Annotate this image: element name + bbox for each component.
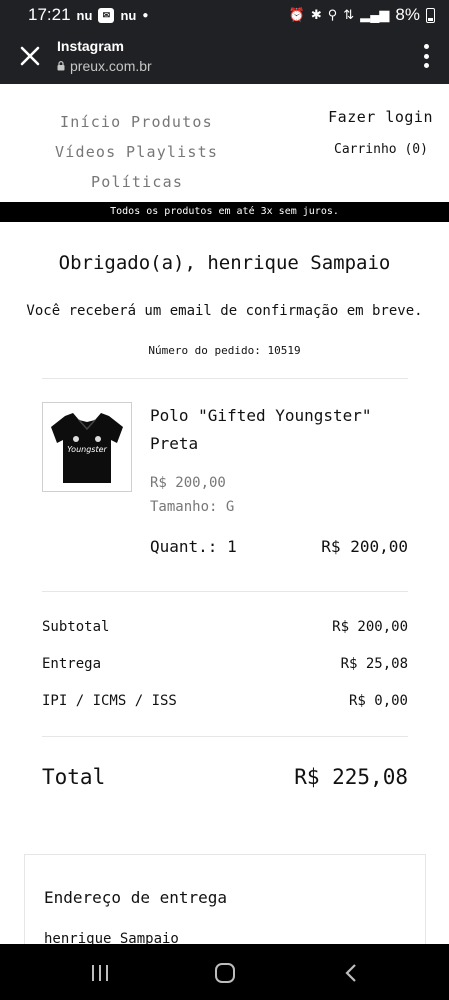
back-icon[interactable]: [340, 962, 364, 984]
browser-url[interactable]: preux.com.br: [57, 58, 152, 74]
alarm-icon: ⏰: [288, 7, 305, 22]
recent-apps-icon[interactable]: [88, 962, 112, 984]
confirmation-message: Você receberá um email de confirmação em…: [26, 303, 423, 319]
android-navigation-bar: [0, 944, 449, 1000]
promo-banner: Todos os produtos em até 3x sem juros.: [0, 202, 449, 222]
lock-icon: [57, 61, 65, 71]
location-icon: ⚲: [327, 7, 338, 22]
more-options-icon[interactable]: [421, 44, 431, 68]
in-app-browser-bar: Instagram preux.com.br: [0, 30, 449, 84]
notification-dot-icon: ●: [142, 9, 149, 21]
bluetooth-icon: ✱: [310, 7, 322, 22]
total-value: R$ 225,08: [294, 765, 408, 789]
browser-app-title: Instagram: [57, 38, 124, 54]
nav-link-produtos[interactable]: Produtos: [131, 113, 213, 131]
mail-icon: ✉: [98, 7, 115, 23]
browser-url-text: preux.com.br: [70, 58, 152, 74]
subtotal-value: R$ 200,00: [332, 619, 408, 635]
cart-link[interactable]: Carrinho (0): [334, 142, 428, 157]
subtotal-label: Subtotal: [42, 619, 110, 635]
tax-value: R$ 0,00: [348, 693, 408, 709]
shipping-value: R$ 25,08: [340, 656, 408, 672]
nav-link-videos[interactable]: Vídeos: [55, 143, 116, 161]
tax-label: IPI / ICMS / ISS: [42, 693, 177, 709]
product-image-text: Youngster: [67, 445, 107, 454]
order-number: Número do pedido: 10519: [148, 344, 301, 357]
signal-icon: ▂▄▆: [360, 7, 390, 22]
wifi-icon: ⇅: [343, 7, 355, 22]
close-icon[interactable]: [16, 42, 44, 70]
polo-shirt-icon: Youngster: [51, 413, 123, 483]
nu-app-icon: nu: [76, 7, 93, 23]
page-title: Obrigado(a), henrique Sampaio: [58, 252, 391, 274]
divider: [42, 736, 408, 737]
status-bar: 17:21 nu ✉ nu ● ⏰ ✱ ⚲ ⇅ ▂▄▆ 8%: [0, 0, 449, 30]
product-unit-price: R$ 200,00: [150, 475, 226, 491]
product-size: Tamanho: G: [150, 499, 235, 515]
nav-link-inicio[interactable]: Início: [60, 113, 121, 131]
nav-link-playlists[interactable]: Playlists: [126, 143, 218, 161]
product-line-total: R$ 200,00: [321, 537, 408, 556]
product-quantity: Quant.: 1: [150, 537, 237, 556]
product-image: Youngster: [42, 402, 132, 492]
product-name: Polo "Gifted Youngster" Preta: [150, 406, 372, 453]
home-icon[interactable]: [213, 962, 237, 984]
divider: [42, 591, 408, 592]
battery-percent: 8%: [395, 5, 420, 24]
nu-app-icon-2: nu: [120, 7, 137, 23]
site-header: Início Produtos Vídeos Playlists Polític…: [0, 84, 449, 202]
battery-icon: [426, 7, 435, 23]
address-title: Endereço de entrega: [44, 888, 228, 907]
shipping-label: Entrega: [42, 656, 102, 672]
divider: [42, 378, 408, 379]
status-time: 17:21: [28, 5, 71, 24]
login-link[interactable]: Fazer login: [328, 108, 433, 126]
nav-link-politicas[interactable]: Políticas: [91, 173, 183, 191]
total-label: Total: [42, 765, 106, 789]
